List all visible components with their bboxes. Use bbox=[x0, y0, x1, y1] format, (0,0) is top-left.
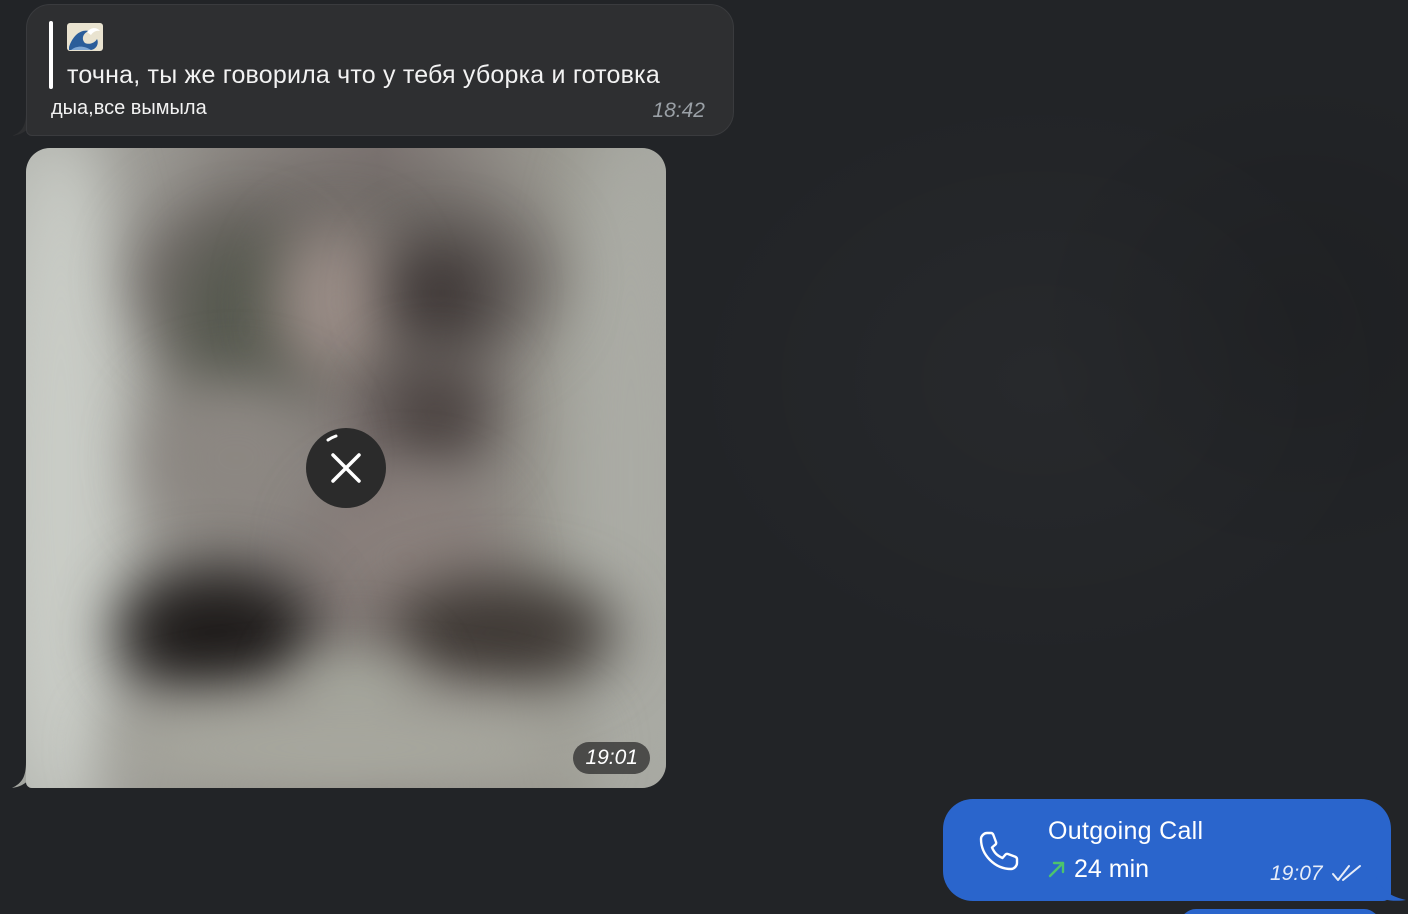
bubble-tail bbox=[1376, 876, 1406, 901]
reply-bar bbox=[49, 21, 53, 89]
photo-blur bbox=[116, 568, 316, 698]
photo-blur bbox=[376, 358, 496, 468]
photo-time: 19:01 bbox=[573, 742, 650, 774]
outgoing-call-bubble[interactable]: Outgoing Call 24 min 19:07 bbox=[943, 799, 1391, 901]
photo-blur bbox=[26, 148, 126, 788]
incoming-message-bubble[interactable]: точна, ты же говорила что у тебя уборка … bbox=[26, 4, 734, 136]
message-text: дыа,все вымыла bbox=[51, 97, 207, 119]
message-time: 18:42 bbox=[652, 99, 705, 122]
photo-blur bbox=[146, 378, 326, 538]
cancel-download-button[interactable] bbox=[306, 428, 386, 508]
wave-emoji-icon bbox=[67, 23, 103, 51]
call-duration: 24 min bbox=[1074, 855, 1150, 883]
call-title: Outgoing Call bbox=[1048, 817, 1204, 845]
reply-quote-text: точна, ты же говорила что у тебя уборка … bbox=[67, 61, 660, 89]
chat-view: точна, ты же говорила что у тебя уборка … bbox=[0, 0, 1408, 914]
photo-blur bbox=[386, 238, 496, 348]
message-time: 19:07 bbox=[1270, 862, 1323, 885]
photo-blur bbox=[566, 148, 666, 788]
photo-blur bbox=[386, 578, 616, 688]
arrow-up-right-icon bbox=[1048, 861, 1065, 878]
double-check-icon bbox=[1332, 865, 1361, 881]
photo-message[interactable]: 19:01 bbox=[26, 148, 666, 788]
close-icon bbox=[326, 434, 361, 483]
phone-icon[interactable] bbox=[975, 827, 1023, 875]
next-message-bubble bbox=[1180, 909, 1380, 914]
photo-blur bbox=[106, 688, 586, 788]
photo-blur bbox=[276, 228, 396, 378]
